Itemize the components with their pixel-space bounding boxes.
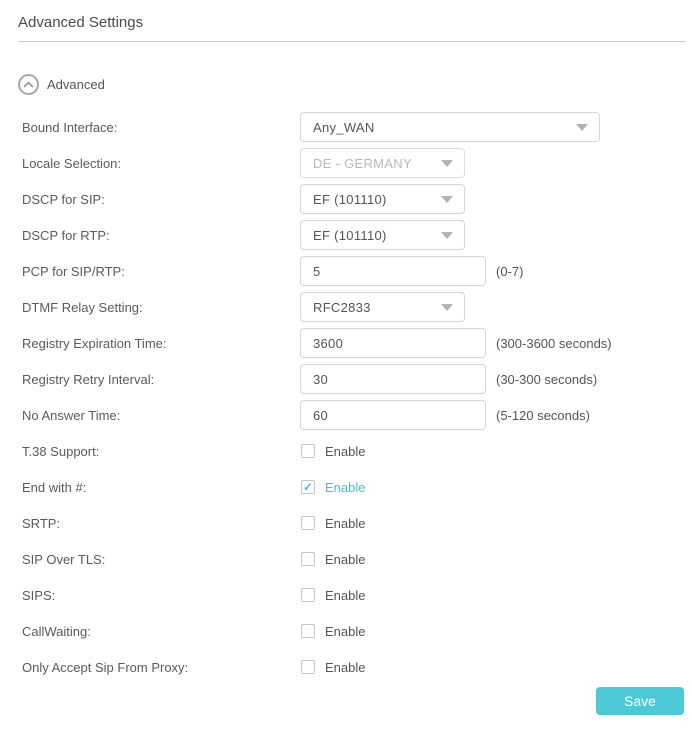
end-with-pound-control: ✓ Enable — [300, 480, 365, 495]
title-divider — [18, 41, 686, 42]
dscp-for-rtp-selected-value: EF (101110) — [313, 227, 387, 243]
no-answer-time-control: (5-120 seconds) — [300, 400, 590, 430]
pcp-for-sip-rtp-label: PCP for SIP/RTP: — [22, 263, 125, 279]
dscp-for-sip-select[interactable]: EF (101110) — [300, 184, 465, 214]
sip-over-tls-control: Enable — [300, 552, 365, 567]
dtmf-relay-setting-selected-value: RFC2833 — [313, 299, 371, 315]
chevron-up-circle-icon — [18, 74, 39, 95]
bound-interface-selected-value: Any_WAN — [313, 119, 375, 135]
only-accept-sip-from-proxy-label: Only Accept Sip From Proxy: — [22, 659, 189, 675]
locale-selection-selected-value: DE - GERMANY — [313, 155, 412, 171]
form-row-dtmf-relay-setting: DTMF Relay Setting: RFC2833 — [18, 289, 686, 325]
save-button[interactable]: Save — [596, 687, 684, 715]
dscp-for-rtp-label: DSCP for RTP: — [22, 227, 110, 243]
end-with-pound-label: End with #: — [22, 479, 87, 495]
form-row-registry-expiration-time: Registry Expiration Time: (300-3600 secon… — [18, 325, 686, 361]
form-row-registry-retry-interval: Registry Retry Interval: (30-300 seconds) — [18, 361, 686, 397]
locale-selection-select: DE - GERMANY — [300, 148, 465, 178]
registry-retry-interval-input[interactable] — [300, 364, 486, 394]
chevron-down-icon — [441, 304, 453, 311]
chevron-down-icon — [441, 160, 453, 167]
dscp-for-sip-selected-value: EF (101110) — [313, 191, 387, 207]
pcp-for-sip-rtp-input[interactable] — [300, 256, 486, 286]
page-title: Advanced Settings — [18, 14, 144, 31]
settings-form: Bound Interface: Any_WAN Locale Selection:… — [18, 109, 686, 685]
registry-retry-interval-hint: (30-300 seconds) — [496, 371, 598, 387]
sip-over-tls-label: SIP Over TLS: — [22, 551, 106, 567]
end-with-pound-checkbox[interactable]: ✓ — [301, 480, 315, 494]
callwaiting-checkbox[interactable] — [301, 624, 315, 638]
t38-support-checkbox[interactable] — [301, 444, 315, 458]
registry-expiration-time-label: Registry Expiration Time: — [22, 335, 167, 351]
only-accept-sip-from-proxy-control: Enable — [300, 660, 365, 675]
dscp-for-rtp-control: EF (101110) — [300, 220, 465, 250]
srtp-label: SRTP: — [22, 515, 61, 531]
form-row-locale-selection: Locale Selection: DE - GERMANY — [18, 145, 686, 181]
sips-checkbox[interactable] — [301, 588, 315, 602]
end-with-pound-enable-label: Enable — [325, 479, 366, 495]
chevron-down-icon — [576, 124, 588, 131]
no-answer-time-input[interactable] — [300, 400, 486, 430]
t38-support-control: Enable — [300, 444, 365, 459]
registry-expiration-time-control: (300-3600 seconds) — [300, 328, 612, 358]
srtp-control: Enable — [300, 516, 365, 531]
srtp-enable-label: Enable — [325, 515, 366, 531]
form-row-dscp-for-rtp: DSCP for RTP: EF (101110) — [18, 217, 686, 253]
bound-interface-select[interactable]: Any_WAN — [300, 112, 600, 142]
dtmf-relay-setting-control: RFC2833 — [300, 292, 465, 322]
dscp-for-sip-label: DSCP for SIP: — [22, 191, 105, 207]
form-row-t38-support: T.38 Support: Enable — [18, 433, 686, 469]
form-row-srtp: SRTP: Enable — [18, 505, 686, 541]
bound-interface-label: Bound Interface: — [22, 119, 118, 135]
callwaiting-label: CallWaiting: — [22, 623, 91, 639]
advanced-settings-page: Advanced Settings Advanced Bound Interfa… — [0, 0, 692, 729]
sips-control: Enable — [300, 588, 365, 603]
registry-expiration-time-hint: (300-3600 seconds) — [496, 335, 612, 351]
sip-over-tls-checkbox[interactable] — [301, 552, 315, 566]
dscp-for-sip-control: EF (101110) — [300, 184, 465, 214]
callwaiting-enable-label: Enable — [325, 623, 366, 639]
bound-interface-control: Any_WAN — [300, 112, 600, 142]
locale-selection-label: Locale Selection: — [22, 155, 122, 171]
t38-support-enable-label: Enable — [325, 443, 366, 459]
dscp-for-rtp-select[interactable]: EF (101110) — [300, 220, 465, 250]
registry-retry-interval-control: (30-300 seconds) — [300, 364, 597, 394]
form-row-sips: SIPS: Enable — [18, 577, 686, 613]
form-row-pcp-for-sip-rtp: PCP for SIP/RTP: (0-7) — [18, 253, 686, 289]
t38-support-label: T.38 Support: — [22, 443, 100, 459]
check-icon: ✓ — [302, 479, 314, 494]
sips-label: SIPS: — [22, 587, 56, 603]
advanced-section-label: Advanced — [47, 77, 105, 92]
form-row-callwaiting: CallWaiting: Enable — [18, 613, 686, 649]
save-row: Save — [18, 687, 686, 715]
form-row-bound-interface: Bound Interface: Any_WAN — [18, 109, 686, 145]
no-answer-time-label: No Answer Time: — [22, 407, 121, 423]
form-row-dscp-for-sip: DSCP for SIP: EF (101110) — [18, 181, 686, 217]
no-answer-time-hint: (5-120 seconds) — [496, 407, 590, 423]
chevron-down-icon — [441, 196, 453, 203]
chevron-down-icon — [441, 232, 453, 239]
registry-retry-interval-label: Registry Retry Interval: — [22, 371, 155, 387]
locale-selection-control: DE - GERMANY — [300, 148, 465, 178]
callwaiting-control: Enable — [300, 624, 365, 639]
sips-enable-label: Enable — [325, 587, 366, 603]
registry-expiration-time-input[interactable] — [300, 328, 486, 358]
pcp-for-sip-rtp-control: (0-7) — [300, 256, 523, 286]
dtmf-relay-setting-label: DTMF Relay Setting: — [22, 299, 143, 315]
dtmf-relay-setting-select[interactable]: RFC2833 — [300, 292, 465, 322]
form-row-only-accept-sip-from-proxy: Only Accept Sip From Proxy: Enable — [18, 649, 686, 685]
advanced-section-toggle[interactable]: Advanced — [18, 74, 105, 95]
sip-over-tls-enable-label: Enable — [325, 551, 366, 567]
only-accept-sip-from-proxy-enable-label: Enable — [325, 659, 366, 675]
form-row-sip-over-tls: SIP Over TLS: Enable — [18, 541, 686, 577]
srtp-checkbox[interactable] — [301, 516, 315, 530]
form-row-end-with-pound: End with #: ✓ Enable — [18, 469, 686, 505]
form-row-no-answer-time: No Answer Time: (5-120 seconds) — [18, 397, 686, 433]
only-accept-sip-from-proxy-checkbox[interactable] — [301, 660, 315, 674]
pcp-for-sip-rtp-hint: (0-7) — [496, 263, 524, 279]
